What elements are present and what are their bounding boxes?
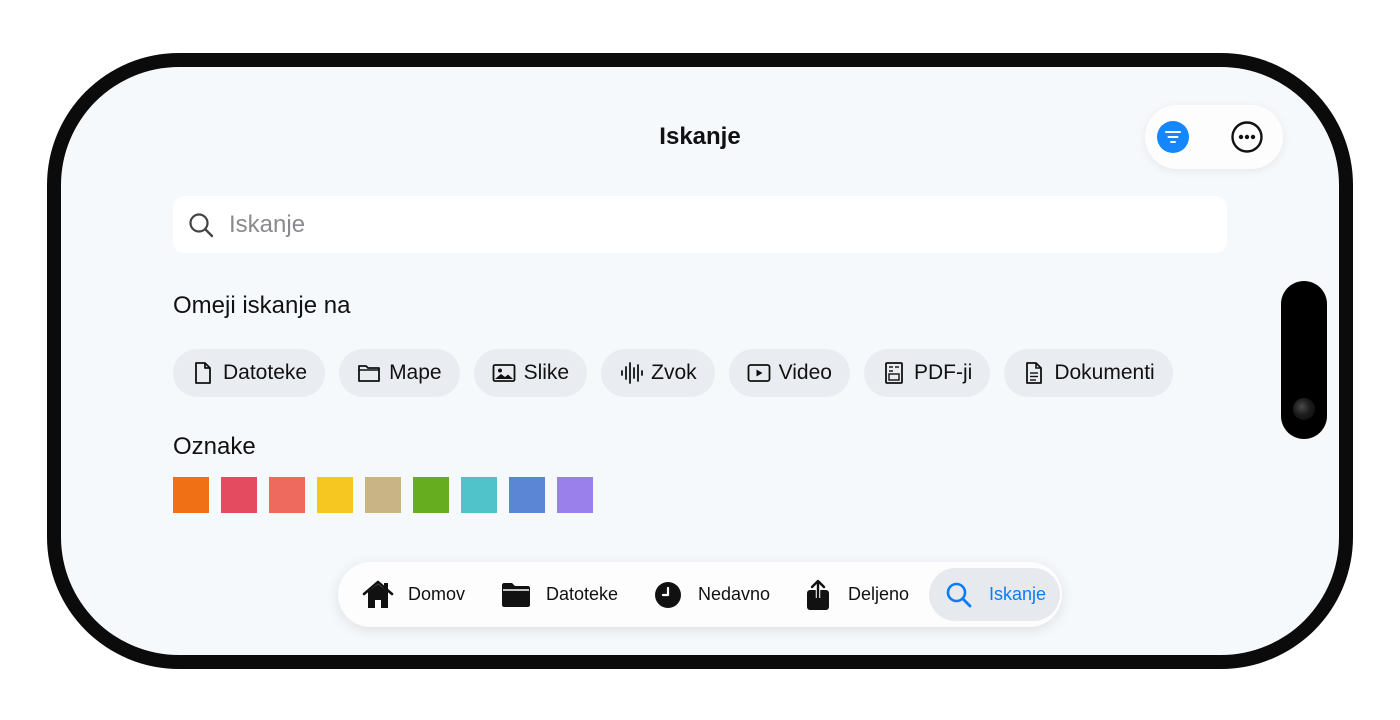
home-icon [362,579,394,611]
tag-swatches [173,477,605,513]
limit-section-label: Omeji iskanje na [173,292,351,319]
image-icon [492,361,516,385]
search-input[interactable] [229,210,1129,239]
tab-label: Domov [408,584,466,604]
tab-label: Iskanje [989,584,1047,604]
folder-icon [357,361,381,385]
video-icon [747,361,771,385]
tab-shared[interactable]: Deljeno [788,568,923,621]
ellipsis-circle-icon [1231,121,1263,153]
tag-color-swatch[interactable] [365,477,401,513]
device-frame: Iskanje Iskanje Omeji iskanje na Datotek… [47,53,1353,669]
chip-label: PDF-ji [913,361,973,384]
chip-images[interactable]: Slike [473,349,588,397]
chip-documents[interactable]: Dokumenti [1004,349,1173,397]
tag-color-swatch[interactable] [461,477,497,513]
chip-files[interactable]: Datoteke [173,349,326,397]
search-field[interactable] [173,196,1227,253]
tab-bar: Domov Datoteke Nedavno Deljeno Iskanje [338,562,1062,627]
tag-color-swatch[interactable] [317,477,353,513]
tags-section-label: Oznake [173,433,256,460]
tag-color-swatch[interactable] [269,477,305,513]
chip-label: Video [778,361,832,384]
chip-pdfs[interactable]: PDF-ji [863,349,991,397]
tag-color-swatch[interactable] [221,477,257,513]
tab-label: Datoteke [546,584,619,604]
tab-files[interactable]: Datoteke [486,568,632,621]
share-icon [802,579,834,611]
search-icon [943,579,975,611]
waveform-icon [619,361,644,385]
chip-video[interactable]: Video [728,349,850,397]
chip-label: Mape [389,361,442,384]
tab-label: Nedavno [698,584,771,604]
chip-label: Slike [523,361,570,384]
tab-recent[interactable]: Nedavno [638,568,784,621]
clock-icon [652,579,684,611]
top-action-group [1145,105,1283,169]
tab-search[interactable]: Iskanje [929,568,1061,621]
more-button[interactable] [1231,121,1263,153]
chip-label: Datoteke [223,361,308,384]
dynamic-island [1281,281,1327,439]
tag-color-swatch[interactable] [557,477,593,513]
file-icon [191,361,215,385]
pdf-icon [882,361,906,385]
chip-audio[interactable]: Zvok [601,349,715,397]
tag-color-swatch[interactable] [413,477,449,513]
tag-color-swatch[interactable] [173,477,209,513]
tab-home[interactable]: Domov [348,568,479,621]
screen: Iskanje Iskanje Omeji iskanje na Datotek… [61,67,1339,655]
filter-icon [1165,131,1181,143]
filter-chips: Datoteke Mape Slike Zvok Video PDF-ji Do… [173,349,1229,399]
tag-color-swatch[interactable] [509,477,545,513]
document-icon [1022,361,1046,385]
chip-folders[interactable]: Mape [339,349,460,397]
filter-button[interactable] [1157,121,1189,153]
chip-label: Dokumenti [1054,361,1155,384]
camera-icon [1293,398,1315,420]
folder-filled-icon [500,579,532,611]
tab-label: Deljeno [848,584,910,604]
search-icon [187,211,215,239]
chip-label: Zvok [651,361,697,384]
